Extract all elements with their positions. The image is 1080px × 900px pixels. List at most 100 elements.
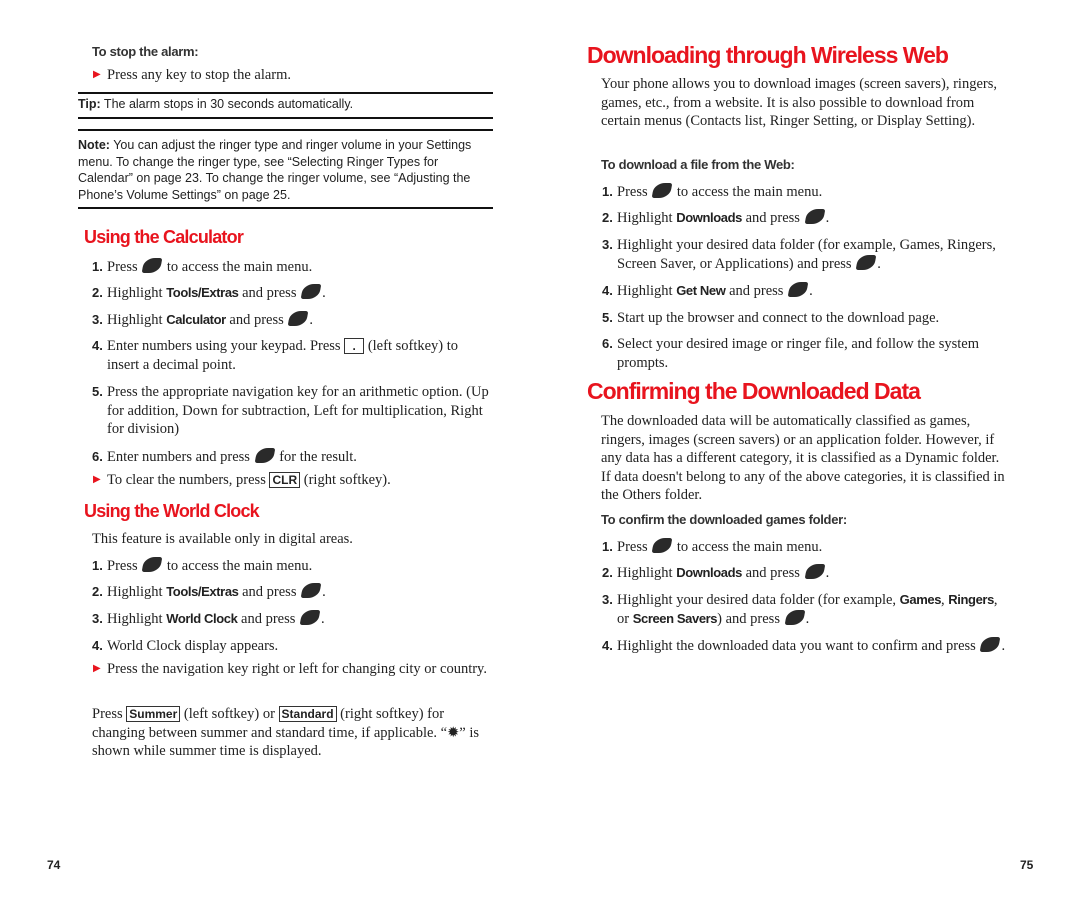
bullet-text: Press any key to stop the alarm. [107, 67, 292, 83]
menu-ok-key-icon [651, 183, 673, 198]
menu-option-name: Games [899, 592, 942, 607]
menu-option-name: World Clock [166, 611, 238, 626]
menu-option-name: Downloads [676, 210, 742, 225]
step-text: Highlight your desired data folder (for … [617, 592, 900, 608]
softkey-label: . [344, 338, 365, 354]
step-text: . [825, 210, 830, 226]
downloading-heading: Downloading through Wireless Web [587, 42, 949, 68]
menu-ok-key-icon [804, 564, 825, 579]
step-text: Highlight [107, 312, 167, 328]
note-text: You can adjust the ringer type and ringe… [78, 138, 472, 202]
step-number: 4. [92, 338, 103, 353]
step-number: 6. [92, 449, 103, 464]
page-number-right: 75 [1020, 858, 1034, 872]
step-text: to access the main menu. [673, 539, 823, 555]
step-text: and press [741, 565, 804, 581]
divider [78, 129, 493, 131]
step-text: Enter numbers and press [107, 449, 254, 465]
step-text: Select your desired image or ringer file… [617, 336, 979, 371]
step-text: . [322, 584, 326, 600]
bullet-item: ▶ Press the navigation key right or left … [93, 660, 487, 679]
menu-ok-key-icon [855, 254, 877, 270]
step-text: Highlight [107, 584, 167, 600]
paragraph: Press Summer (left softkey) or Standard … [92, 705, 487, 761]
step-item: 1. Press to access the main menu. [602, 183, 1007, 202]
bullet-icon: ▶ [93, 474, 101, 485]
tip-box: Tip: The alarm stops in 30 seconds autom… [78, 96, 493, 113]
step-item: 3. Highlight your desired data folder (fo… [602, 591, 1007, 628]
step-item: 1. Press to access the main menu. [602, 538, 1007, 557]
menu-option-name: Calculator [166, 312, 226, 327]
step-text: . [1001, 638, 1006, 654]
step-number: 4. [602, 638, 613, 653]
step-number: 3. [602, 592, 613, 607]
menu-ok-key-icon [141, 557, 163, 572]
softkey-label: Summer [126, 706, 181, 722]
menu-option-name: Ringers [948, 592, 994, 607]
step-item: 1. Press to access the main menu. [92, 258, 492, 277]
step-number: 1. [602, 184, 613, 199]
step-item: 2. Highlight Downloads and press . [602, 564, 1007, 583]
divider [78, 92, 493, 94]
step-number: 5. [602, 310, 613, 325]
step-text: and press [725, 283, 788, 299]
step-item: 5. Press the appropriate navigation key f… [92, 383, 492, 439]
menu-ok-key-icon [300, 284, 322, 299]
confirming-heading: Confirming the Downloaded Data [587, 378, 921, 404]
menu-ok-key-icon [784, 609, 805, 625]
menu-option-name: Tools/Extras [166, 285, 239, 300]
tip-label: Tip: [78, 97, 101, 111]
tip-text: The alarm stops in 30 seconds automatica… [100, 97, 354, 111]
step-number: 2. [602, 565, 613, 580]
confirm-subheading: To confirm the downloaded games folder: [601, 512, 847, 527]
note-box: Note: You can adjust the ringer type and… [78, 137, 493, 203]
menu-ok-key-icon [787, 282, 809, 297]
step-number: 2. [92, 285, 103, 300]
step-item: 2. Highlight Downloads and press . [602, 209, 1007, 228]
step-text: Enter numbers using your keypad. Press [107, 338, 345, 354]
divider [78, 207, 493, 209]
menu-ok-key-icon [300, 583, 322, 598]
step-text: to access the main menu. [163, 259, 313, 275]
world-clock-heading: Using the World Clock [84, 501, 260, 521]
download-subheading: To download a file from the Web: [601, 157, 795, 172]
page-number-left: 74 [47, 858, 61, 872]
step-text: Start up the browser and connect to the … [617, 310, 940, 326]
step-item: 5. Start up the browser and connect to th… [602, 309, 1007, 328]
stop-alarm-subheading: To stop the alarm: [92, 44, 199, 59]
menu-ok-key-icon [980, 637, 1001, 652]
confirming-intro: The downloaded data will be automaticall… [601, 413, 1005, 504]
menu-option-name: Screen Savers [632, 610, 718, 626]
step-text: . [805, 610, 810, 627]
menu-ok-key-icon [299, 610, 321, 625]
step-text: to access the main menu. [163, 558, 313, 574]
step-item: 2. Highlight Tools/Extras and press . [92, 284, 492, 303]
step-item: 4. Highlight the downloaded data you want… [602, 637, 1007, 656]
step-text: . [322, 285, 326, 301]
step-text: World Clock display appears. [107, 638, 279, 654]
step-text: (right softkey). [300, 472, 391, 488]
step-item: 3. Highlight your desired data folder (fo… [602, 236, 1007, 273]
step-number: 3. [92, 611, 103, 626]
step-item: 4. World Clock display appears. [92, 637, 487, 656]
step-text: Press [107, 558, 142, 574]
step-number: 2. [602, 210, 613, 225]
step-text: Press the navigation key right or left f… [107, 661, 487, 677]
menu-option-name: Tools/Extras [166, 584, 239, 599]
step-text: ) and press [717, 610, 784, 627]
step-text: and press [238, 285, 301, 301]
step-number: 1. [92, 259, 103, 274]
step-text: Highlight [617, 210, 677, 226]
step-text: Highlight the downloaded data you want t… [617, 638, 980, 654]
summer-time-icon: ✹ [447, 724, 460, 741]
step-text: and press [741, 210, 804, 226]
bullet-item: ▶ To clear the numbers, press CLR (right … [93, 471, 492, 490]
step-number: 4. [92, 638, 103, 653]
world-clock-intro: This feature is available only in digita… [92, 531, 353, 547]
bullet-icon: ▶ [93, 663, 101, 674]
divider [78, 117, 493, 119]
softkey-label: CLR [269, 472, 301, 488]
step-text: Press [92, 706, 127, 722]
step-text: . [321, 611, 325, 627]
step-text: Press [617, 539, 652, 555]
